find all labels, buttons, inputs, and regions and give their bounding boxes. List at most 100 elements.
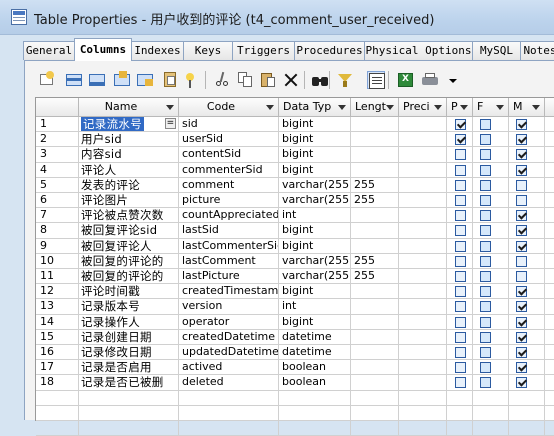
mandatory-checkbox[interactable] — [516, 316, 527, 328]
precision-cell[interactable] — [399, 238, 447, 254]
mandatory-checkbox[interactable] — [516, 210, 527, 222]
p-checkbox-cell[interactable] — [447, 162, 473, 178]
tab-notes[interactable]: Notes — [520, 41, 554, 60]
empty-table-row[interactable] — [36, 405, 554, 421]
foreign-key-checkbox[interactable] — [480, 377, 491, 389]
f-checkbox-cell[interactable] — [473, 177, 509, 193]
table-row[interactable]: 2 用户sid userSid bigint — [36, 132, 554, 148]
f-checkbox-cell[interactable] — [473, 284, 509, 300]
empty-cell[interactable] — [179, 390, 279, 406]
m-checkbox-cell[interactable] — [509, 208, 545, 224]
column-header-precision[interactable]: Preci — [399, 98, 447, 117]
paste-column-icon[interactable] — [161, 71, 179, 89]
table-row[interactable]: 5 发表的评论 comment varchar(255) 255 — [36, 177, 554, 193]
table-row[interactable]: 18 记录是否已被删 deleted boolean — [36, 375, 554, 391]
p-checkbox-cell[interactable] — [447, 375, 473, 391]
foreign-key-checkbox[interactable] — [480, 134, 491, 146]
length-cell[interactable] — [351, 360, 399, 376]
insert-row-icon[interactable] — [65, 71, 83, 89]
foreign-key-checkbox[interactable] — [480, 347, 491, 358]
f-checkbox-cell[interactable] — [473, 375, 509, 391]
primary-key-checkbox[interactable] — [455, 255, 466, 267]
mandatory-checkbox[interactable] — [516, 225, 527, 237]
mandatory-checkbox[interactable] — [516, 286, 527, 298]
p-checkbox-cell[interactable] — [447, 132, 473, 148]
chevron-down-icon[interactable] — [434, 105, 442, 110]
foreign-key-checkbox[interactable] — [480, 119, 491, 130]
f-checkbox-cell[interactable] — [473, 253, 509, 269]
length-cell[interactable]: 255 — [351, 269, 399, 285]
empty-cell[interactable] — [509, 421, 545, 436]
column-name-cell[interactable]: 记录操作人 — [79, 314, 179, 330]
data-type-cell[interactable]: varchar(255) — [279, 269, 351, 285]
length-cell[interactable]: 255 — [351, 253, 399, 269]
foreign-key-checkbox[interactable] — [480, 255, 491, 267]
table-row[interactable]: 7 评论被点赞次数 countAppreciated int — [36, 208, 554, 224]
f-checkbox-cell[interactable] — [473, 117, 509, 133]
precision-cell[interactable] — [399, 193, 447, 209]
precision-cell[interactable] — [399, 299, 447, 315]
f-checkbox-cell[interactable] — [473, 299, 509, 315]
mandatory-checkbox[interactable] — [516, 240, 527, 252]
column-code-cell[interactable]: lastPicture — [179, 269, 279, 285]
p-checkbox-cell[interactable] — [447, 314, 473, 330]
mandatory-checkbox[interactable] — [516, 301, 527, 313]
mandatory-checkbox[interactable] — [516, 164, 527, 176]
p-checkbox-cell[interactable] — [447, 360, 473, 376]
primary-key-checkbox[interactable] — [455, 377, 466, 389]
column-header-f[interactable]: F — [473, 98, 509, 117]
table-row[interactable]: 15 记录创建日期 createdDatetime datetime — [36, 329, 554, 345]
primary-key-checkbox[interactable] — [455, 271, 466, 282]
primary-key-checkbox[interactable] — [455, 331, 466, 343]
column-header-code[interactable]: Code — [179, 98, 279, 117]
delete-icon[interactable] — [282, 71, 300, 89]
length-cell[interactable] — [351, 162, 399, 178]
length-cell[interactable] — [351, 208, 399, 224]
primary-key-checkbox[interactable] — [455, 134, 466, 146]
table-row[interactable]: 8 被回复评论sid lastSid bigint — [36, 223, 554, 239]
precision-cell[interactable] — [399, 345, 447, 361]
foreign-key-checkbox[interactable] — [480, 362, 491, 374]
empty-table-row[interactable] — [36, 421, 554, 436]
primary-key-checkbox[interactable] — [455, 164, 466, 176]
empty-cell[interactable] — [447, 421, 473, 436]
empty-cell[interactable] — [473, 405, 509, 421]
m-checkbox-cell[interactable] — [509, 193, 545, 209]
empty-cell[interactable] — [179, 421, 279, 436]
m-checkbox-cell[interactable] — [509, 284, 545, 300]
foreign-key-checkbox[interactable] — [480, 164, 491, 176]
p-checkbox-cell[interactable] — [447, 329, 473, 345]
empty-cell[interactable] — [399, 421, 447, 436]
m-checkbox-cell[interactable] — [509, 375, 545, 391]
table-row[interactable]: 17 记录是否启用 actived boolean — [36, 360, 554, 376]
filter-icon[interactable] — [336, 71, 354, 89]
chevron-down-icon[interactable] — [496, 105, 504, 110]
precision-cell[interactable] — [399, 329, 447, 345]
f-checkbox-cell[interactable] — [473, 193, 509, 209]
column-header-m[interactable]: M — [509, 98, 545, 117]
precision-cell[interactable] — [399, 177, 447, 193]
table-row[interactable]: 14 记录操作人 operator bigint — [36, 314, 554, 330]
foreign-key-checkbox[interactable] — [480, 286, 491, 298]
tab-triggers[interactable]: Triggers — [232, 41, 295, 60]
m-checkbox-cell[interactable] — [509, 269, 545, 285]
foreign-key-checkbox[interactable] — [480, 225, 491, 237]
length-cell[interactable] — [351, 314, 399, 330]
mandatory-checkbox[interactable] — [516, 255, 527, 267]
m-checkbox-cell[interactable] — [509, 132, 545, 148]
column-code-cell[interactable]: picture — [179, 193, 279, 209]
f-checkbox-cell[interactable] — [473, 223, 509, 239]
column-code-cell[interactable]: comment — [179, 177, 279, 193]
column-name-cell[interactable]: 评论时间戳 — [79, 284, 179, 300]
column-code-cell[interactable]: userSid — [179, 132, 279, 148]
auto-fill-icon[interactable] — [182, 71, 200, 89]
chevron-down-icon[interactable] — [532, 105, 540, 110]
precision-cell[interactable] — [399, 162, 447, 178]
m-checkbox-cell[interactable] — [509, 162, 545, 178]
empty-cell[interactable] — [509, 405, 545, 421]
mandatory-checkbox[interactable] — [516, 362, 527, 374]
p-checkbox-cell[interactable] — [447, 117, 473, 133]
table-row[interactable]: 11 被回复的评论的 lastPicture varchar(255) 255 — [36, 269, 554, 285]
insert-from-icon[interactable] — [113, 71, 131, 89]
empty-cell[interactable] — [351, 390, 399, 406]
